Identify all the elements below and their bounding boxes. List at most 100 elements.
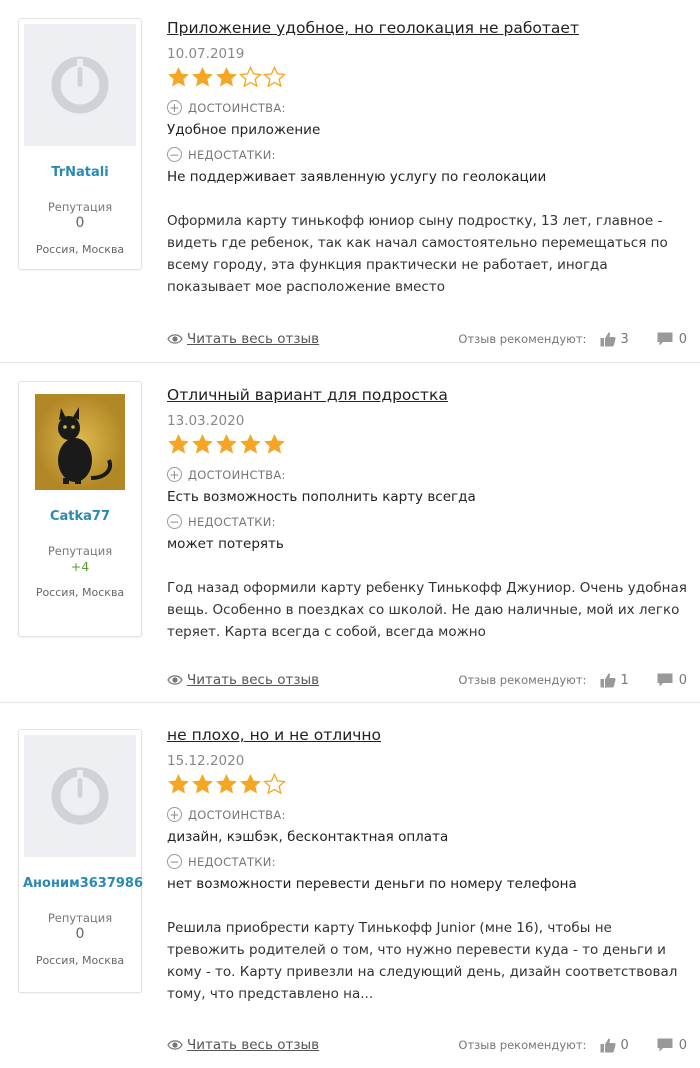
plus-icon: +	[167, 807, 182, 822]
review-date: 15.12.2020	[167, 753, 245, 769]
cat-photo-icon	[35, 394, 125, 490]
star-filled-icon	[167, 433, 190, 454]
user-placeholder-icon	[51, 56, 109, 114]
review-date: 13.03.2020	[167, 413, 245, 429]
eye-icon	[167, 1040, 183, 1050]
avatar-placeholder[interactable]	[24, 735, 136, 857]
thumbs-up-icon[interactable]	[600, 1037, 617, 1053]
cons-text: Не поддерживает заявленную услугу по гео…	[167, 169, 547, 185]
read-more-text: Читать весь отзыв	[187, 672, 320, 688]
rating-stars	[167, 433, 695, 459]
pros-label-text: ДОСТОИНСТВА:	[188, 807, 286, 822]
comments-count: 0	[678, 672, 687, 688]
read-more-link[interactable]: Читать весь отзыв	[167, 331, 319, 347]
review-date: 10.07.2019	[167, 46, 245, 62]
review-content: Приложение удобное, но геолокация не раб…	[167, 18, 695, 298]
star-filled-icon	[191, 66, 214, 87]
rating-stars	[167, 773, 695, 799]
star-filled-icon	[191, 433, 214, 454]
star-filled-icon	[215, 773, 238, 794]
review-content: не плохо, но и не отлично 15.12.2020 + Д…	[167, 725, 695, 1005]
rating-stars	[167, 66, 695, 92]
reputation-label: Репутация	[47, 544, 113, 558]
user-card: TrNatali Репутация 0 Россия, Москва	[18, 18, 142, 270]
pros-text: Удобное приложение	[167, 122, 321, 138]
user-location: Россия, Москва	[35, 586, 125, 599]
avatar-cat-photo[interactable]	[35, 394, 125, 490]
review-title[interactable]: не плохо, но и не отлично	[167, 725, 695, 745]
cons-label-text: НЕДОСТАТКИ:	[188, 147, 276, 162]
comments-count: 0	[678, 331, 687, 347]
cons-label: − НЕДОСТАТКИ:	[167, 514, 695, 529]
cons-text: может потерять	[167, 536, 284, 552]
review-body: Год назад оформили карту ребенку Тинькоф…	[167, 580, 687, 640]
pros-label-text: ДОСТОИНСТВА:	[188, 100, 286, 115]
pros-label-text: ДОСТОИНСТВА:	[188, 467, 286, 482]
star-filled-icon	[167, 66, 190, 87]
user-card: Catka77 Репутация +4 Россия, Москва	[18, 381, 142, 637]
thumbs-up-icon[interactable]	[600, 672, 617, 688]
eye-icon	[167, 334, 183, 344]
review-title[interactable]: Приложение удобное, но геолокация не раб…	[167, 18, 695, 38]
minus-icon: −	[167, 514, 182, 529]
user-placeholder-icon	[51, 767, 109, 825]
review-item: Аноним3637986 Репутация 0 Россия, Москва…	[0, 702, 700, 1068]
recommend-label: Отзыв рекомендуют:	[458, 332, 587, 346]
pros-label: + ДОСТОИНСТВА:	[167, 467, 695, 482]
pros-text: Есть возможность пополнить карту всегда	[167, 489, 476, 505]
review-item: Catka77 Репутация +4 Россия, Москва Отли…	[0, 362, 700, 712]
pros-label: + ДОСТОИНСТВА:	[167, 100, 695, 115]
review-body: Оформила карту тинькофф юниор сыну подро…	[167, 213, 668, 295]
reputation-value: +4	[70, 559, 90, 574]
recommend-label: Отзыв рекомендуют:	[458, 673, 587, 687]
recommend-block: Отзыв рекомендуют: 3 0	[458, 331, 687, 347]
star-filled-icon	[167, 773, 190, 794]
eye-icon	[167, 675, 183, 685]
star-filled-icon	[191, 773, 214, 794]
review-content: Отличный вариант для подростка 13.03.202…	[167, 385, 695, 643]
comments-count: 0	[678, 1037, 687, 1053]
plus-icon: +	[167, 100, 182, 115]
recommend-block: Отзыв рекомендуют: 0 0	[458, 1037, 687, 1053]
read-more-link[interactable]: Читать весь отзыв	[167, 1037, 319, 1053]
star-filled-icon	[215, 66, 238, 87]
review-item: TrNatali Репутация 0 Россия, Москва Прил…	[0, 0, 700, 352]
comment-icon[interactable]	[657, 1038, 673, 1052]
star-empty-icon	[263, 66, 286, 88]
reputation-label: Репутация	[47, 200, 113, 214]
star-empty-icon	[239, 66, 262, 88]
cons-label: − НЕДОСТАТКИ:	[167, 854, 695, 869]
recommend-label: Отзыв рекомендуют:	[458, 1038, 587, 1052]
username[interactable]: TrNatali	[19, 164, 141, 182]
recommend-block: Отзыв рекомендуют: 1 0	[458, 672, 687, 688]
cons-text: нет возможности перевести деньги по номе…	[167, 876, 577, 892]
avatar-placeholder[interactable]	[24, 24, 136, 146]
comment-icon[interactable]	[657, 332, 673, 346]
review-footer: Читать весь отзыв Отзыв рекомендуют: 0 0	[167, 1036, 687, 1054]
read-more-text: Читать весь отзыв	[187, 1037, 320, 1053]
star-filled-icon	[215, 433, 238, 454]
review-footer: Читать весь отзыв Отзыв рекомендуют: 1 0	[167, 671, 687, 689]
comment-icon[interactable]	[657, 673, 673, 687]
pros-text: дизайн, кэшбэк, бесконтактная оплата	[167, 829, 449, 845]
review-body: Решила приобрести карту Тинькофф Junior …	[167, 920, 678, 1002]
review-title[interactable]: Отличный вариант для подростка	[167, 385, 695, 405]
review-footer: Читать весь отзыв Отзыв рекомендуют: 3 0	[167, 330, 687, 348]
star-empty-icon	[263, 773, 286, 795]
thumbs-up-icon[interactable]	[600, 331, 617, 347]
read-more-link[interactable]: Читать весь отзыв	[167, 672, 319, 688]
likes-count: 3	[620, 331, 629, 347]
username[interactable]: Аноним3637986	[19, 875, 143, 893]
cons-label: − НЕДОСТАТКИ:	[167, 147, 695, 162]
reputation-value: 0	[75, 926, 85, 942]
plus-icon: +	[167, 467, 182, 482]
user-location: Россия, Москва	[35, 954, 125, 967]
read-more-text: Читать весь отзыв	[187, 331, 320, 347]
reputation-label: Репутация	[47, 911, 113, 925]
star-filled-icon	[239, 773, 262, 794]
user-card: Аноним3637986 Репутация 0 Россия, Москва	[18, 729, 143, 993]
username[interactable]: Catka77	[19, 508, 141, 526]
likes-count: 0	[620, 1037, 629, 1053]
cons-label-text: НЕДОСТАТКИ:	[188, 514, 276, 529]
likes-count: 1	[620, 672, 629, 688]
